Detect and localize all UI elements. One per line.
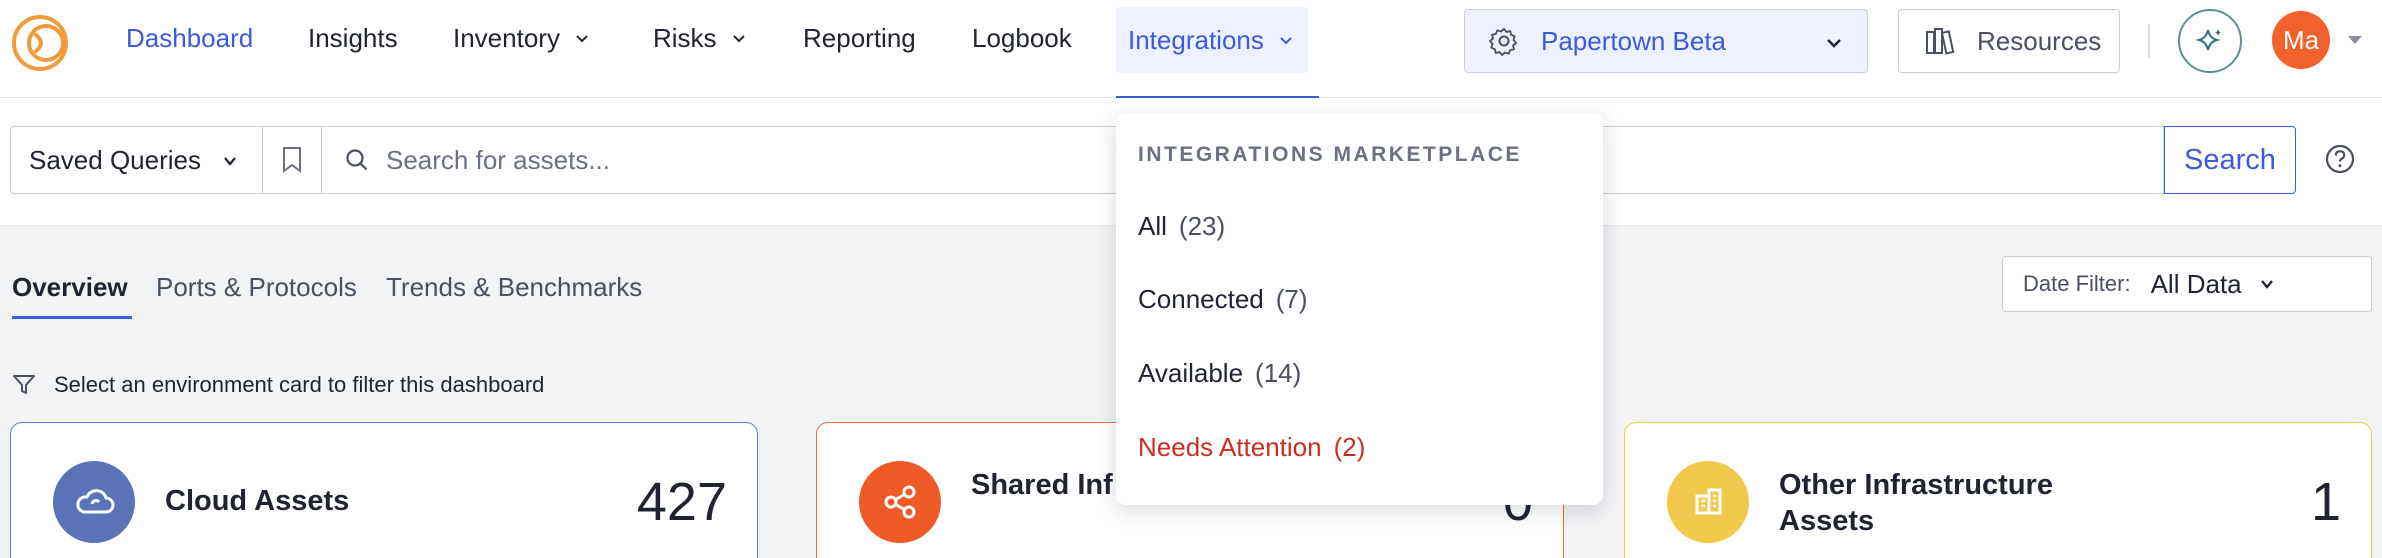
bookmark-icon [283, 147, 301, 173]
environment-card-other[interactable]: Other Infrastructure Assets 1 [1624, 422, 2372, 558]
menu-item-count: (23) [1178, 211, 1226, 241]
nav-inventory-label: Inventory [453, 22, 560, 53]
resources-button[interactable]: Resources [1898, 9, 2120, 73]
menu-item-all[interactable]: All (23) [1138, 211, 1225, 242]
building-icon [1695, 488, 1722, 515]
logo-icon[interactable] [10, 11, 74, 75]
books-icon [1926, 28, 1955, 55]
card-title: Cloud Assets [165, 485, 350, 517]
chevron-down-icon [576, 35, 588, 43]
date-filter-label: Date Filter: [2023, 271, 2131, 296]
card-count: 427 [636, 472, 727, 532]
saved-queries-label: Saved Queries [29, 144, 201, 175]
menu-item-label: Needs Attention [1138, 432, 1322, 462]
filter-hint-text: Select an environment card to filter thi… [54, 372, 545, 397]
nav-dashboard[interactable]: Dashboard [126, 0, 253, 76]
tab-trends-benchmarks[interactable]: Trends & Benchmarks [386, 272, 642, 303]
chevron-down-icon [1280, 37, 1292, 45]
menu-item-count: (2) [1333, 432, 1366, 462]
ai-assistant-button[interactable] [2178, 9, 2242, 73]
card-title: Other Infrastructure Assets [1779, 469, 2053, 537]
menu-item-count: (14) [1255, 358, 1302, 388]
cloud-icon [76, 489, 115, 514]
date-filter-value: All Data [2150, 268, 2242, 299]
nav-risks-label: Risks [653, 22, 717, 53]
menu-item-available[interactable]: Available (14) [1138, 358, 1301, 389]
chevron-down-icon [224, 157, 236, 166]
nav-integrations[interactable]: Integrations [1116, 7, 1308, 73]
gear-icon [1489, 28, 1517, 56]
nav-reporting[interactable]: Reporting [803, 0, 916, 76]
active-tab-underline [12, 316, 132, 319]
menu-item-count: (7) [1275, 284, 1308, 314]
menu-item-label: All [1138, 211, 1167, 241]
nav-divider [2148, 24, 2150, 58]
chevron-down-icon[interactable] [2344, 32, 2366, 48]
nav-logbook[interactable]: Logbook [972, 0, 1072, 76]
chevron-down-icon [2260, 280, 2273, 289]
search-icon [346, 149, 368, 171]
nav-logbook-label: Logbook [972, 22, 1072, 53]
chevron-down-icon [732, 35, 745, 43]
tab-overview[interactable]: Overview [12, 272, 128, 303]
menu-item-connected[interactable]: Connected (7) [1138, 284, 1308, 315]
menu-item-label: Available [1138, 358, 1244, 388]
nav-insights[interactable]: Insights [308, 0, 398, 76]
environment-selector[interactable]: Papertown Beta [1464, 9, 1868, 73]
chevron-down-icon [1827, 39, 1841, 48]
sparkle-icon [2195, 29, 2221, 51]
nav-dashboard-label: Dashboard [126, 22, 254, 53]
avatar[interactable]: Ma [2272, 11, 2330, 69]
environment-name: Papertown Beta [1541, 25, 1727, 56]
menu-item-label: Connected [1138, 284, 1264, 314]
shared-badge [859, 461, 941, 543]
menu-item-needs-attention[interactable]: Needs Attention (2) [1138, 432, 1365, 463]
date-filter-dropdown[interactable]: Date Filter: All Data [2002, 256, 2372, 312]
environment-card-cloud[interactable]: Cloud Assets 427 [10, 422, 758, 558]
saved-queries-dropdown[interactable]: Saved Queries [10, 126, 262, 194]
nav-reporting-label: Reporting [803, 22, 916, 53]
share-icon [884, 485, 916, 519]
bookmark-button[interactable] [262, 126, 322, 194]
nav-insights-label: Insights [308, 22, 398, 53]
nav-inventory[interactable]: Inventory [453, 0, 592, 76]
card-count: 1 [2310, 472, 2341, 532]
other-badge [1667, 461, 1749, 543]
tab-ports-protocols[interactable]: Ports & Protocols [156, 272, 357, 303]
integrations-dropdown-menu: INTEGRATIONS MARKETPLACE All (23) Connect… [1116, 113, 1603, 505]
search-button[interactable]: Search [2164, 126, 2296, 194]
filter-hint: Select an environment card to filter thi… [12, 372, 544, 398]
cloud-badge [53, 461, 135, 543]
menu-heading: INTEGRATIONS MARKETPLACE [1138, 143, 1522, 166]
help-icon[interactable] [2324, 143, 2356, 175]
funnel-icon [13, 375, 35, 394]
top-navigation: Dashboard Insights Inventory Risks Repor… [0, 0, 2382, 99]
resources-label: Resources [1977, 25, 2102, 56]
nav-integrations-label: Integrations [1128, 24, 1264, 55]
nav-risks[interactable]: Risks [653, 0, 749, 76]
